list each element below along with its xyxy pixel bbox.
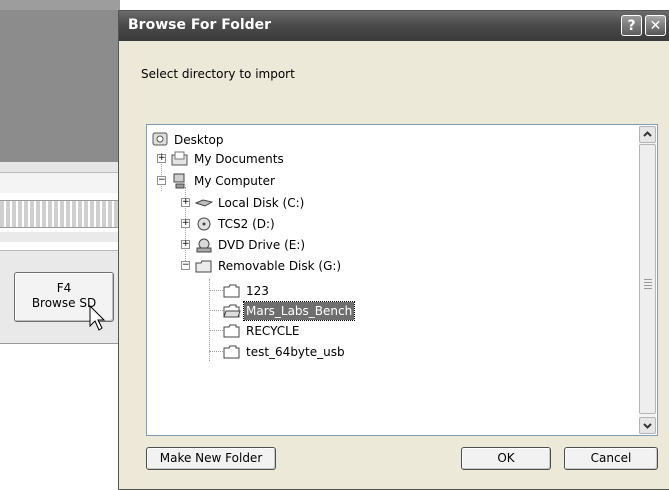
tree-item-desktop[interactable]: Desktop [151, 130, 226, 148]
scroll-down-button[interactable] [639, 417, 656, 434]
grip-icon [644, 279, 652, 291]
folder-tree-view[interactable]: Desktop + My Documents − My Computer + L… [146, 124, 658, 436]
background-app: F4 Browse SD [0, 0, 120, 483]
tree-item-folder-selected[interactable]: Mars_Labs_Bench [223, 300, 356, 321]
collapse-my-computer-icon[interactable]: − [157, 176, 166, 185]
background-header-band [0, 0, 120, 162]
vertical-scrollbar[interactable] [639, 126, 656, 434]
folder-icon [223, 345, 240, 358]
scroll-up-button[interactable] [639, 126, 656, 143]
dialog-instruction: Select directory to import [141, 67, 295, 81]
network-drive-icon [197, 217, 211, 230]
background-ruler-strip [0, 200, 120, 228]
chevron-down-icon [643, 423, 652, 429]
mouse-cursor-icon [89, 305, 106, 331]
close-button[interactable]: ✕ [645, 15, 666, 36]
tree-item-drive-d[interactable]: TCS2 (D:) [195, 214, 277, 232]
browse-for-folder-dialog: Browse For Folder ? ✕ Select directory t… [118, 10, 669, 490]
expand-drive-c-icon[interactable]: + [181, 198, 190, 207]
computer-icon [173, 173, 185, 188]
tree-item-drive-c[interactable]: Local Disk (C:) [195, 193, 306, 211]
dialog-titlebar[interactable]: Browse For Folder ? ✕ [119, 11, 669, 41]
dvd-drive-icon [196, 238, 212, 252]
dialog-title: Browse For Folder [128, 17, 272, 33]
hard-disk-icon [195, 198, 213, 207]
chevron-up-icon [643, 131, 652, 137]
ok-button[interactable]: OK [461, 447, 551, 470]
folder-icon [223, 284, 240, 297]
tree-item-folder[interactable]: test_64byte_usb [223, 342, 347, 360]
help-button[interactable]: ? [621, 15, 642, 36]
cancel-button[interactable]: Cancel [564, 447, 658, 470]
tree-item-drive-e[interactable]: DVD Drive (E:) [195, 235, 307, 253]
expand-drive-d-icon[interactable]: + [181, 219, 190, 228]
folder-icon [223, 324, 240, 337]
tree-item-my-documents[interactable]: My Documents [171, 149, 286, 167]
expand-my-documents-icon[interactable]: + [157, 154, 166, 163]
tree-item-drive-g[interactable]: Removable Disk (G:) [195, 256, 343, 274]
collapse-drive-g-icon[interactable]: − [181, 261, 190, 270]
folder-open-icon [223, 304, 241, 317]
tree-item-folder[interactable]: 123 [223, 281, 271, 299]
tree-item-folder[interactable]: RECYCLE [223, 321, 301, 339]
expand-drive-e-icon[interactable]: + [181, 240, 190, 249]
tree-item-my-computer[interactable]: My Computer [171, 171, 277, 189]
resize-grip-icon[interactable] [665, 477, 669, 487]
browse-sd-key: F4 [56, 281, 72, 295]
make-new-folder-button[interactable]: Make New Folder [146, 447, 276, 470]
scroll-thumb[interactable] [639, 144, 656, 414]
documents-folder-icon [171, 151, 188, 165]
desktop-icon [152, 132, 168, 145]
removable-disk-icon [195, 260, 212, 272]
